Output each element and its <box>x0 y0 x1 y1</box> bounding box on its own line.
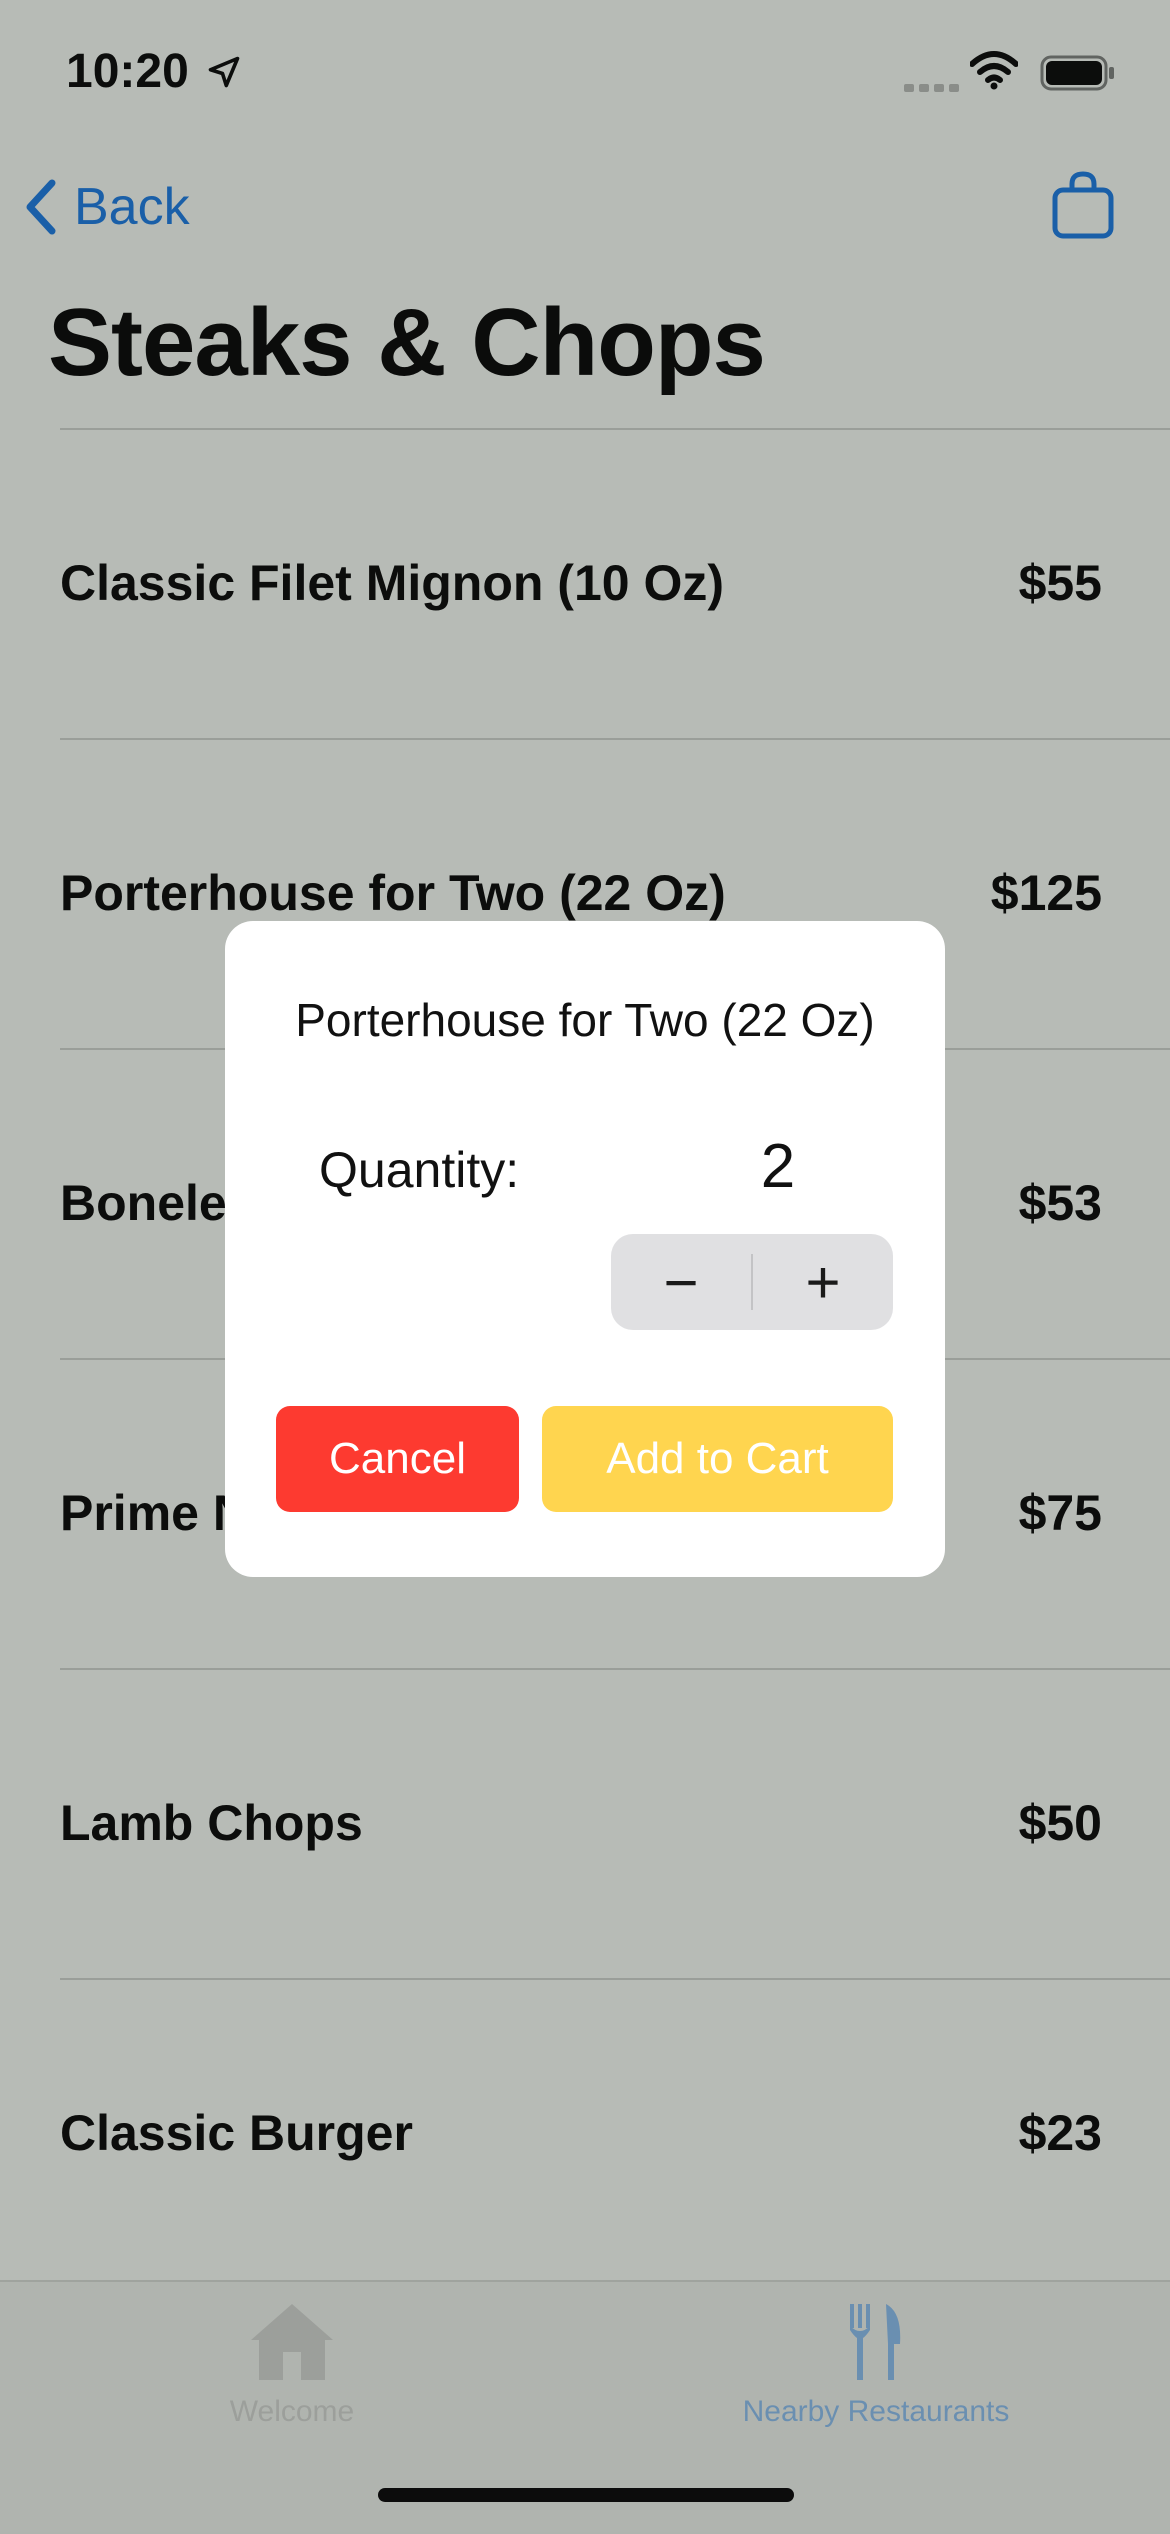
wifi-icon <box>970 51 1018 90</box>
shopping-bag-icon[interactable] <box>1052 170 1114 240</box>
item-name: Porterhouse for Two (22 Oz) <box>60 865 726 921</box>
home-icon <box>251 2304 333 2380</box>
fork-knife-icon <box>850 2304 901 2380</box>
item-price: $23 <box>1018 2105 1102 2161</box>
tab-nearby-label: Nearby Restaurants <box>742 2395 1010 2428</box>
dialog-title: Porterhouse for Two (22 Oz) <box>295 994 875 1046</box>
quantity-label: Quantity: <box>319 1142 520 1198</box>
status-time: 10:20 <box>66 45 189 98</box>
location-arrow-icon <box>208 56 240 88</box>
decrement-button[interactable]: − <box>611 1234 751 1330</box>
back-label: Back <box>74 178 190 236</box>
quantity-stepper: − + <box>611 1234 893 1330</box>
page-title: Steaks & Chops <box>48 289 766 396</box>
list-item[interactable]: Lamb Chops $50 <box>60 1668 1170 1978</box>
add-to-cart-button[interactable]: Add to Cart <box>542 1406 893 1512</box>
cellular-signal-icon <box>904 84 959 92</box>
tab-welcome[interactable]: Welcome <box>92 2300 492 2429</box>
quantity-dialog: Porterhouse for Two (22 Oz) Quantity: 2 … <box>225 921 945 1577</box>
item-name: Classic Burger <box>60 2105 413 2161</box>
plus-icon: + <box>805 1248 841 1316</box>
quantity-value: 2 <box>760 1132 796 1201</box>
item-price: $53 <box>1018 1175 1102 1231</box>
cancel-button[interactable]: Cancel <box>276 1406 519 1512</box>
list-item[interactable]: Classic Burger $23 <box>60 1978 1170 2288</box>
item-name: Classic Filet Mignon (10 Oz) <box>60 555 724 611</box>
item-price: $50 <box>1018 1795 1102 1851</box>
status-bar: 10:20 <box>0 0 1170 140</box>
back-button[interactable]: Back <box>24 172 190 242</box>
item-name: Lamb Chops <box>60 1795 363 1851</box>
tab-welcome-label: Welcome <box>229 2395 355 2428</box>
chevron-left-icon <box>26 179 56 235</box>
item-price: $125 <box>990 865 1102 921</box>
increment-button[interactable]: + <box>753 1234 893 1330</box>
battery-icon <box>1040 55 1114 91</box>
home-indicator <box>378 2488 794 2502</box>
item-price: $75 <box>1018 1485 1102 1541</box>
tab-nearby-restaurants[interactable]: Nearby Restaurants <box>676 2300 1076 2429</box>
item-price: $55 <box>1018 555 1102 611</box>
minus-icon: − <box>663 1248 699 1316</box>
list-item[interactable]: Classic Filet Mignon (10 Oz) $55 <box>60 428 1170 738</box>
